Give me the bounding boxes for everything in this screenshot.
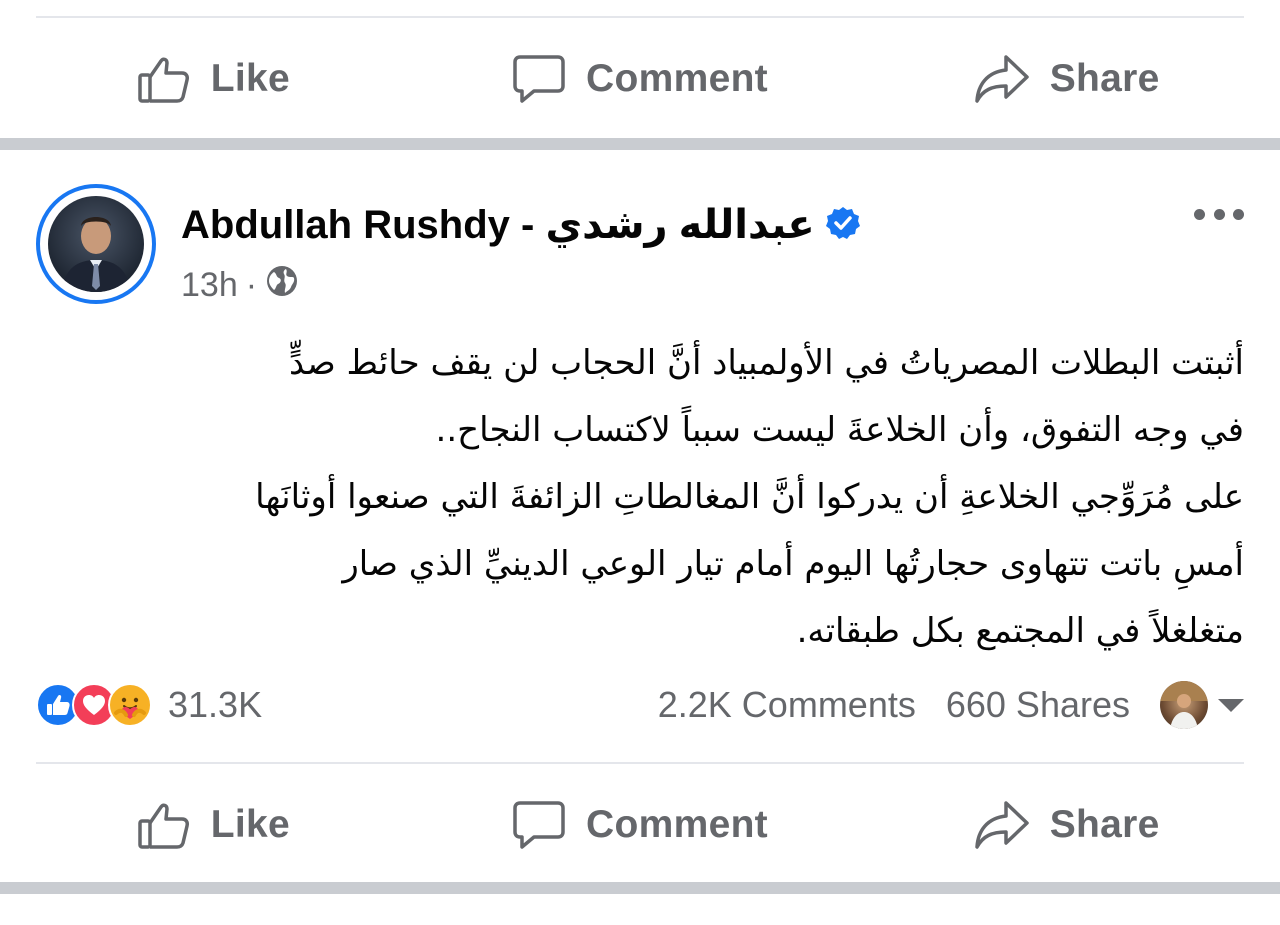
like-button[interactable]: Like <box>0 799 427 851</box>
comment-button[interactable]: Comment <box>427 53 854 105</box>
post-text-line: على مُرَوِّجي الخلاعةِ أن يدركوا أنَّ ال… <box>255 477 1244 517</box>
post-separator <box>0 138 1280 150</box>
previous-post-action-bar: Like Comment Share <box>0 44 1280 114</box>
thumbs-up-icon <box>137 53 191 105</box>
post-text-line: أثبتت البطلات المصرياتُ في الأولمبياد أن… <box>289 343 1244 383</box>
like-label: Like <box>210 57 290 100</box>
comment-icon <box>512 53 566 105</box>
post-text-line: أمسِ باتت تتهاوى حجارتُها اليوم أمام تيا… <box>342 544 1244 584</box>
more-dot-icon <box>1213 208 1225 220</box>
share-button[interactable]: Share <box>853 53 1280 105</box>
reaction-count[interactable]: 31.3K <box>168 684 262 726</box>
post-time[interactable]: 13h <box>181 266 238 305</box>
share-arrow-icon <box>974 799 1030 851</box>
author-name[interactable]: Abdullah Rushdy - عبدالله رشدي <box>181 202 815 248</box>
thumbs-up-icon <box>137 799 191 851</box>
chevron-down-icon[interactable] <box>1218 698 1244 712</box>
comment-label: Comment <box>586 803 768 846</box>
post-action-bar: Like Comment Share <box>0 790 1280 860</box>
post-meta: 13h · <box>181 264 299 307</box>
comment-label: Comment <box>586 57 768 100</box>
meta-dot: · <box>245 266 258 304</box>
post-separator <box>0 882 1280 894</box>
verified-badge-icon <box>825 205 861 246</box>
more-dot-icon <box>1233 208 1244 220</box>
comment-button[interactable]: Comment <box>427 799 854 851</box>
author-avatar[interactable] <box>36 184 156 304</box>
reaction-summary[interactable] <box>36 683 152 727</box>
share-button[interactable]: Share <box>853 799 1280 851</box>
post-header: Abdullah Rushdy - عبدالله رشدي 13h · <box>36 184 1244 304</box>
like-label: Like <box>210 803 290 846</box>
shares-count[interactable]: 660 Shares <box>946 684 1130 726</box>
divider <box>36 16 1244 18</box>
share-arrow-icon <box>974 53 1030 105</box>
viewer-avatar[interactable] <box>1160 681 1208 729</box>
facebook-feed: Like Comment Share Abdullah Rushdy - عبد… <box>0 0 1280 925</box>
share-label: Share <box>1049 803 1160 846</box>
divider <box>36 762 1244 764</box>
like-button[interactable]: Like <box>0 53 427 105</box>
post-text: أثبتت البطلات المصرياتُ في الأولمبياد أن… <box>36 330 1244 665</box>
avatar-image <box>48 196 144 292</box>
post-text-line: في وجه التفوق، وأن الخلاعةَ ليست سبباً ل… <box>435 410 1244 450</box>
globe-icon <box>265 264 299 307</box>
comments-count[interactable]: 2.2K Comments <box>658 684 916 726</box>
comment-icon <box>512 799 566 851</box>
post-stats: 31.3K 2.2K Comments 660 Shares <box>36 680 1244 730</box>
more-dot-icon <box>1194 208 1205 220</box>
care-reaction-icon <box>108 683 152 727</box>
more-options-button[interactable] <box>1194 204 1244 224</box>
author-name-row: Abdullah Rushdy - عبدالله رشدي <box>181 202 861 248</box>
share-label: Share <box>1049 57 1160 100</box>
post-text-line: متغلغلاً في المجتمع بكل طبقاته. <box>796 611 1244 651</box>
